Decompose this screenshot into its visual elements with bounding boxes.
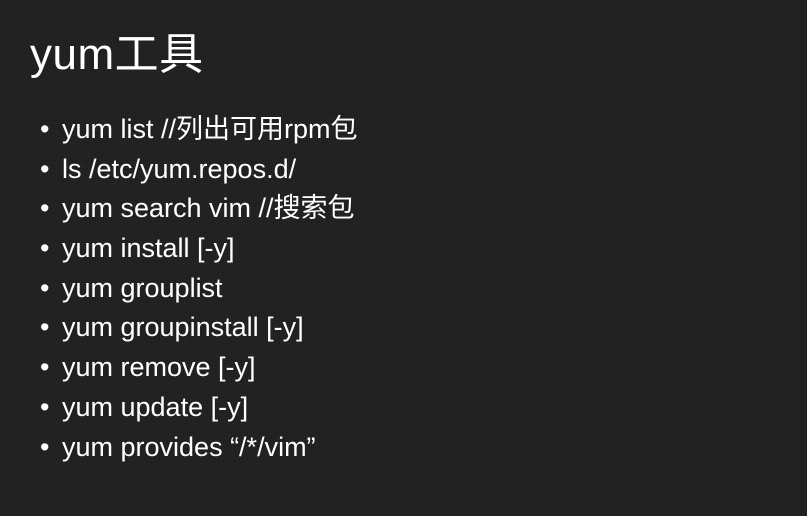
list-item: yum install [-y]	[40, 229, 777, 269]
command-list: yum list //列出可用rpm包 ls /etc/yum.repos.d/…	[30, 110, 777, 467]
list-item: ls /etc/yum.repos.d/	[40, 150, 777, 190]
list-item: yum provides “/*/vim”	[40, 428, 777, 468]
slide-title: yum工具	[30, 18, 777, 82]
list-item: yum update [-y]	[40, 388, 777, 428]
list-item: yum search vim //搜索包	[40, 189, 777, 229]
list-item: yum groupinstall [-y]	[40, 308, 777, 348]
list-item: yum grouplist	[40, 269, 777, 309]
list-item: yum list //列出可用rpm包	[40, 110, 777, 150]
list-item: yum remove [-y]	[40, 348, 777, 388]
